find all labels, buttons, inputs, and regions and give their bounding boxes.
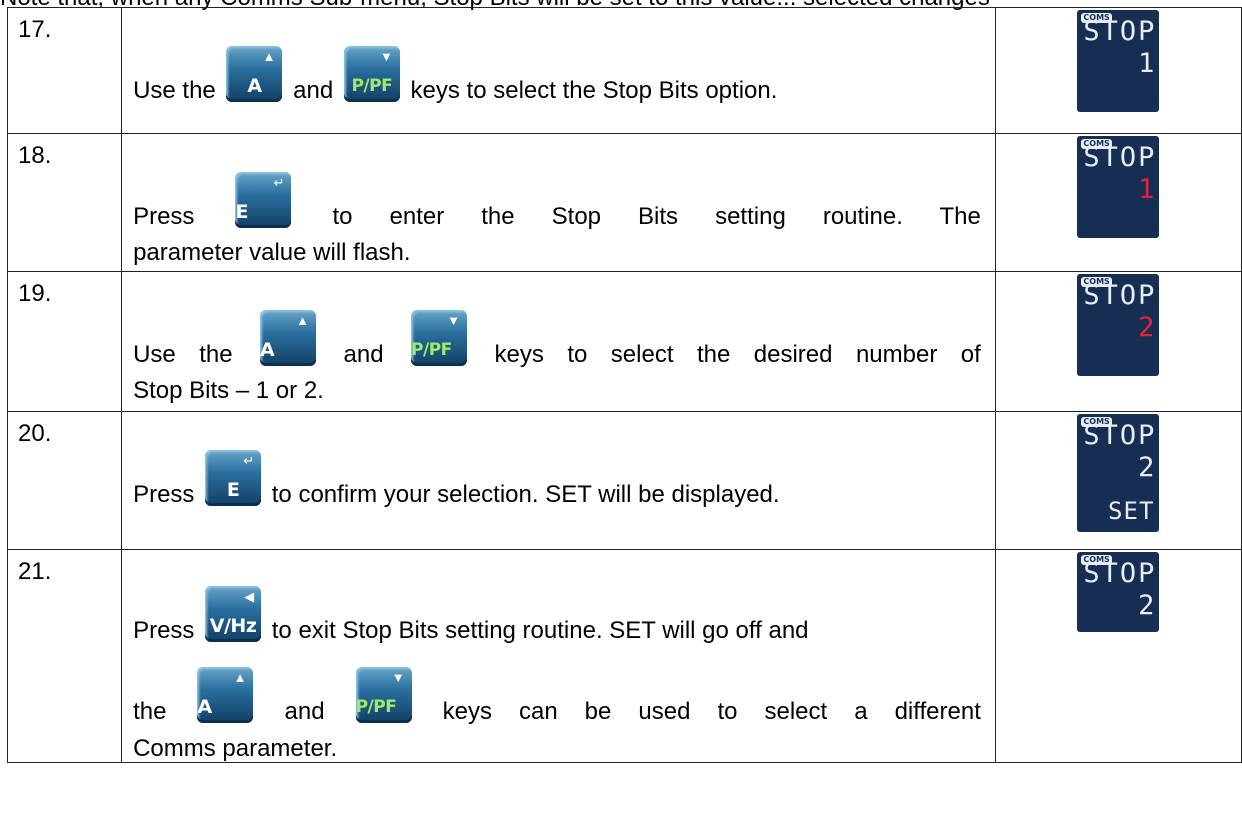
lcd-value: 2 — [1138, 452, 1155, 483]
step-text: Use the ▲ A and ▼ P/PF keys to select the … — [121, 7, 996, 134]
step-row: 21. Press ◀ V/Hz to exit Stop Bits settin… — [6, 549, 1242, 763]
a-key-icon: ▲ A — [197, 667, 254, 723]
step-row: 17. Use the ▲ A and ▼ P/PF keys to select … — [6, 7, 1242, 134]
lcd-display: COMS STOP 1 — [1077, 10, 1160, 112]
p-pf-key-icon: ▼ P/PF — [355, 667, 412, 723]
a-key-icon: ▲ A — [226, 46, 283, 102]
step-row: 19. Use the ▲ A and ▼ P/PF keys to select … — [6, 271, 1242, 412]
step-text: Press ◀ V/Hz to exit Stop Bits setting ro… — [121, 549, 996, 763]
step-text: Press ↵ E to confirm your selection. SET … — [121, 411, 996, 550]
lcd-value: 1 — [1138, 174, 1155, 205]
step-number: 20. — [6, 411, 123, 550]
lcd-display-cell: COMS STOP 2 SET — [994, 411, 1242, 550]
lcd-title: STOP — [1083, 558, 1157, 589]
step-row: 20. Press ↵ E to confirm your selection. … — [6, 411, 1242, 550]
a-key-icon: ▲ A — [260, 310, 317, 366]
lcd-display-cell: COMS STOP 1 — [994, 133, 1242, 272]
step-number: 21. — [6, 549, 123, 763]
v-hz-key-icon: ◀ V/Hz — [205, 586, 262, 642]
lcd-title: STOP — [1083, 420, 1157, 451]
lcd-display-cell: COMS STOP 2 — [994, 271, 1242, 412]
lcd-display-cell: COMS STOP 1 — [994, 7, 1242, 134]
p-pf-key-icon: ▼ P/PF — [411, 310, 468, 366]
step-number: 19. — [6, 271, 123, 412]
step-text: Press ↵ E to enter the Stop Bits setting … — [121, 133, 996, 272]
lcd-value: 2 — [1138, 312, 1155, 343]
enter-key-icon: ↵ E — [205, 450, 262, 506]
step-row: 18. Press ↵ E to enter the Stop Bits sett… — [6, 133, 1242, 272]
step-number: 18. — [6, 133, 123, 272]
lcd-display: COMS STOP 2 — [1077, 274, 1160, 376]
steps-table: 17. Use the ▲ A and ▼ P/PF keys to select … — [6, 7, 1242, 763]
lcd-title: STOP — [1083, 142, 1157, 173]
step-number: 17. — [6, 7, 123, 134]
lcd-value: 1 — [1138, 48, 1155, 79]
p-pf-key-icon: ▼ P/PF — [343, 46, 400, 102]
step-text: Use the ▲ A and ▼ P/PF keys to select the … — [121, 271, 996, 412]
lcd-display-cell: COMS STOP 2 — [994, 549, 1242, 763]
lcd-display: COMS STOP 2 SET — [1077, 414, 1160, 532]
lcd-display: COMS STOP 1 — [1077, 136, 1160, 238]
lcd-title: STOP — [1083, 280, 1157, 311]
lcd-title: STOP — [1083, 16, 1157, 47]
enter-key-icon: ↵ E — [235, 172, 292, 228]
lcd-display: COMS STOP 2 — [1077, 552, 1160, 632]
lcd-set: SET — [1108, 497, 1155, 525]
lcd-value: 2 — [1138, 590, 1155, 621]
